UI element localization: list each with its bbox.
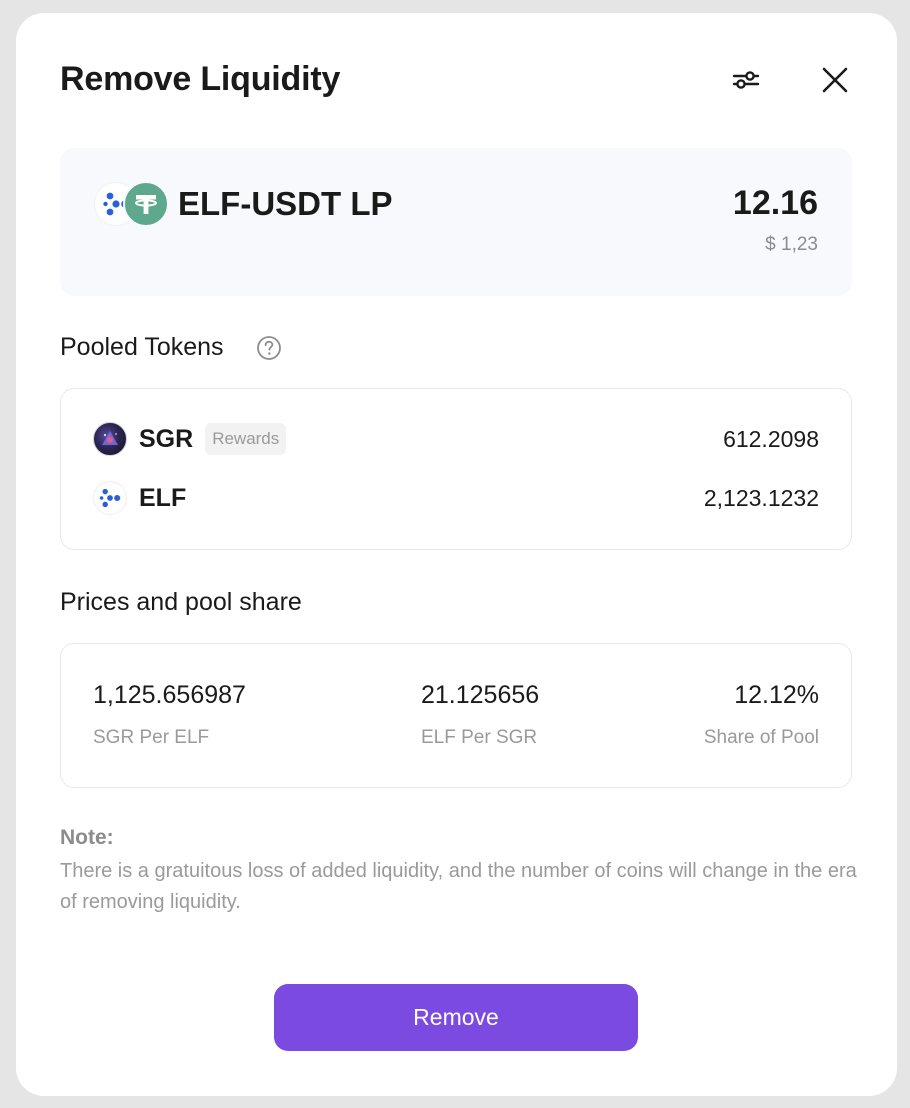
token-symbol: SGR [139,424,194,453]
price-label: Share of Pool [703,727,819,748]
price-value: 1,125.656987 [93,681,246,709]
price-label: ELF Per SGR [421,727,538,748]
lp-token-amount: 12.16 [732,184,818,222]
token-amount: 2,123.1232 [703,484,819,511]
pooled-token-row-elf: ELF 2,123.1232 [93,480,819,516]
note-title: Note: [60,826,114,849]
rewards-badge: Rewards [205,423,287,455]
price-item-share-of-pool: 12.12% Share of Pool [704,680,819,750]
sliders-icon [732,71,760,89]
price-value: 21.125656 [421,681,540,709]
modal-title: Remove Liquidity [60,60,341,98]
usdt-logo-icon [123,181,169,227]
note-text: There is a gratuitous loss of added liqu… [60,860,857,913]
prices-heading: Prices and pool share [60,588,302,616]
remove-liquidity-modal: Remove Liquidity ELF-USDT LP 12.16 $ 1,2… [16,13,897,1096]
lp-token-name: ELF-USDT LP [178,185,393,222]
price-item-elf-per-sgr: 21.125656 ELF Per SGR [421,680,539,750]
pooled-token-row-sgr: SGR Rewards 612.2098 [93,421,819,457]
prices-box: 1,125.656987 SGR Per ELF 21.125656 ELF P… [60,643,852,788]
close-button[interactable] [818,63,852,97]
token-amount: 612.2098 [723,425,819,452]
token-symbol: ELF [139,483,187,512]
sgr-logo-icon [93,422,127,456]
pooled-tokens-heading: Pooled Tokens [60,333,224,361]
settings-button[interactable] [728,65,764,95]
remove-button[interactable]: Remove [274,984,638,1051]
close-icon [822,67,848,93]
lp-token-card: ELF-USDT LP 12.16 $ 1,23 [60,148,852,296]
lp-pair-logos [94,181,170,227]
price-label: SGR Per ELF [93,727,210,748]
price-value: 12.12% [734,681,819,709]
elf-logo-icon [93,481,127,515]
pooled-tokens-box: SGR Rewards 612.2098 ELF 2,123.1232 [60,388,852,550]
lp-token-usd-value: $ 1,23 [765,234,818,255]
price-item-sgr-per-elf: 1,125.656987 SGR Per ELF [93,680,246,750]
question-circle-icon[interactable] [256,335,282,361]
